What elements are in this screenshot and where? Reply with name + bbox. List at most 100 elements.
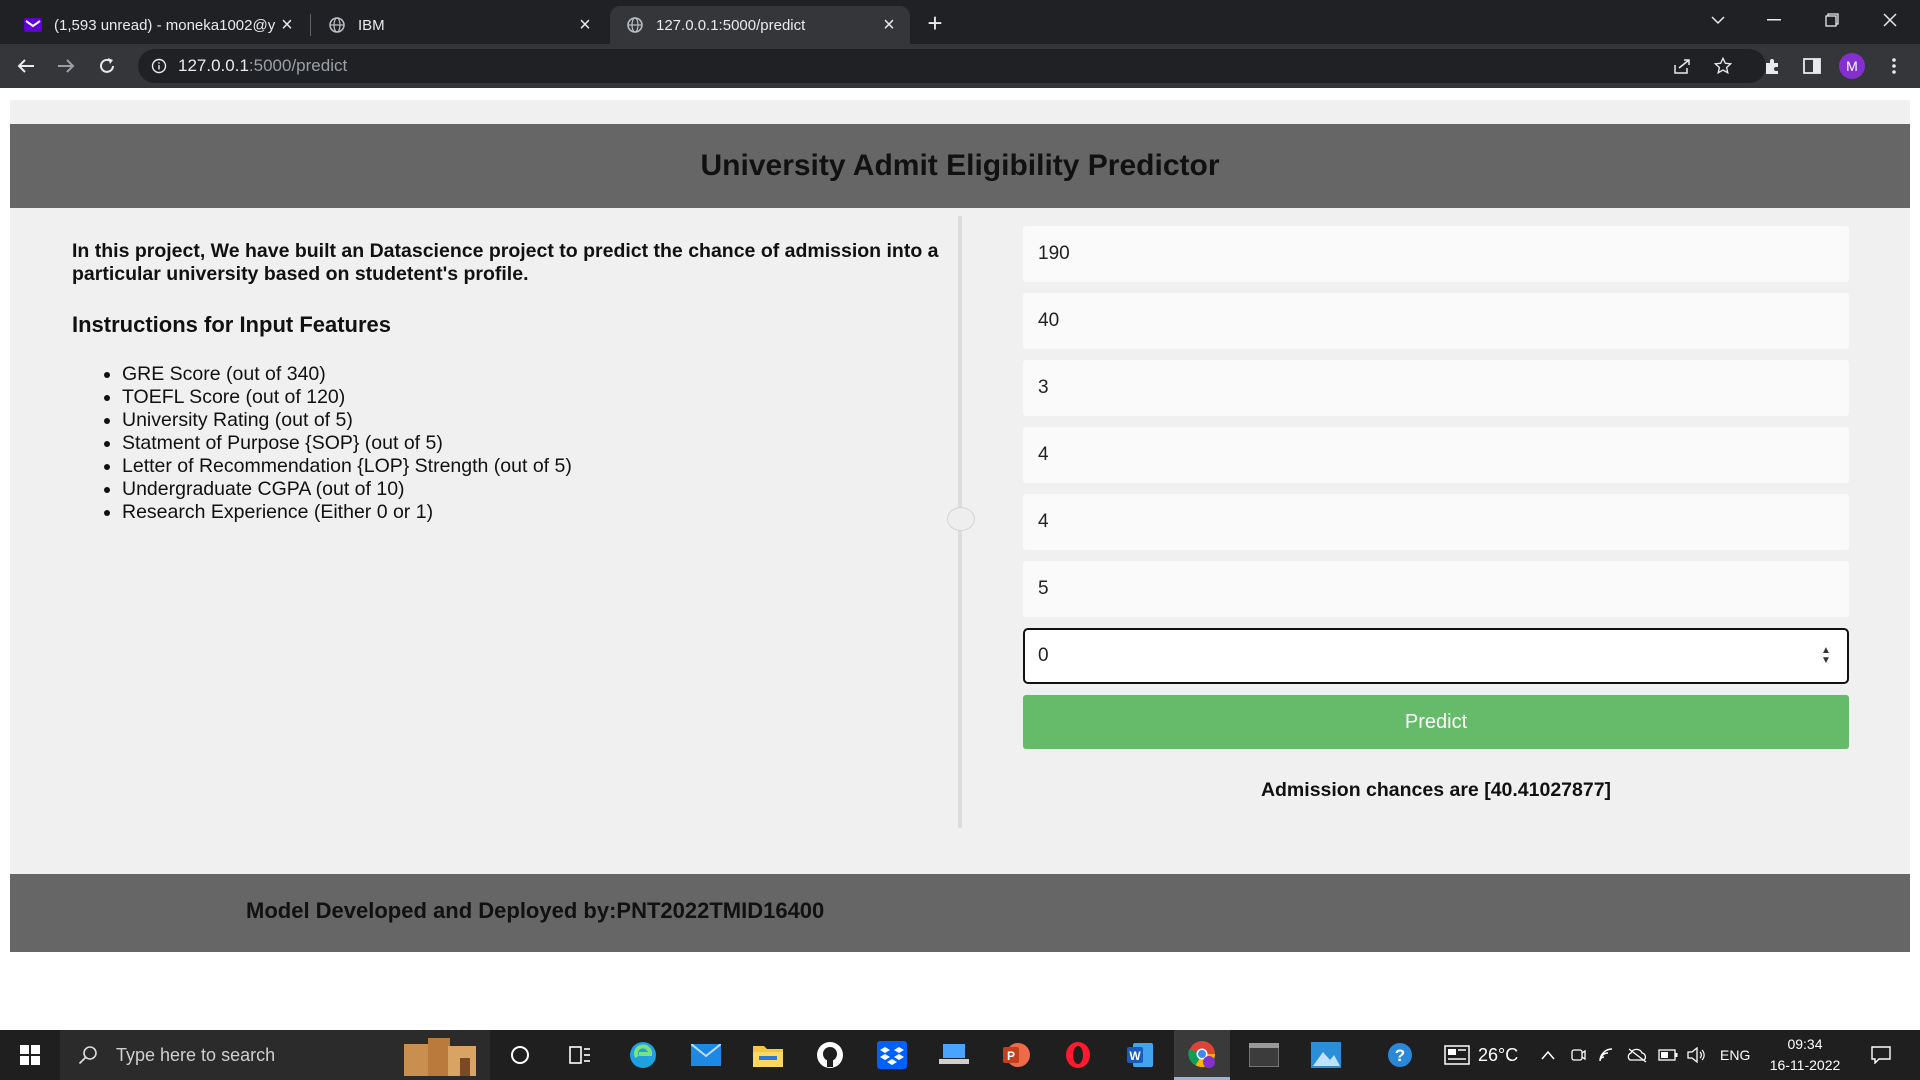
taskbar-photos[interactable] (1298, 1030, 1354, 1080)
minimize-button[interactable] (1746, 0, 1802, 40)
task-view-button[interactable] (552, 1030, 608, 1080)
lor-input[interactable] (1023, 494, 1849, 550)
list-item: Research Experience (Either 0 or 1) (122, 501, 952, 524)
extensions-button[interactable] (1758, 52, 1786, 80)
chevron-down-icon (1711, 16, 1725, 25)
close-tab-icon[interactable]: × (276, 14, 298, 36)
url-host: 127.0.0.1 (178, 56, 249, 75)
toefl-score-input[interactable] (1023, 293, 1849, 349)
task-view-icon (569, 1046, 590, 1064)
share-button[interactable] (1668, 52, 1696, 80)
star-icon (1714, 57, 1732, 75)
start-button[interactable] (0, 1030, 60, 1080)
taskbar-chrome[interactable] (1174, 1030, 1230, 1080)
onedrive-icon[interactable] (1626, 1047, 1648, 1063)
forward-button[interactable] (50, 50, 82, 82)
taskbar-word[interactable]: W (1112, 1030, 1168, 1080)
restore-button[interactable] (1804, 0, 1860, 40)
gre-score-input[interactable] (1023, 226, 1849, 282)
language-indicator[interactable]: ENG (1720, 1047, 1750, 1063)
cortana-button[interactable] (492, 1030, 548, 1080)
opera-icon (1066, 1042, 1090, 1068)
svg-text:?: ? (1395, 1046, 1405, 1065)
menu-button[interactable] (1880, 52, 1908, 80)
minimize-icon (1767, 19, 1781, 21)
volume-icon[interactable] (1686, 1047, 1706, 1063)
tab-yahoo-mail[interactable]: (1,593 unread) - moneka1002@y × (8, 6, 308, 44)
bookmark-button[interactable] (1709, 52, 1737, 80)
tab-predict[interactable]: 127.0.0.1:5000/predict × (610, 6, 910, 44)
tab-ibm[interactable]: IBM × (312, 6, 606, 44)
tab-title: IBM (358, 16, 385, 34)
side-panel-icon (1803, 58, 1821, 74)
meet-now-icon[interactable] (1570, 1047, 1586, 1063)
address-bar[interactable]: 127.0.0.1:5000/predict (138, 49, 1766, 83)
page-viewport: University Admit Eligibility Predictor I… (0, 88, 1920, 1030)
page-title: University Admit Eligibility Predictor (700, 149, 1220, 182)
globe-icon (626, 16, 644, 34)
sop-input[interactable] (1023, 427, 1849, 483)
github-icon (817, 1042, 843, 1068)
instructions-panel: In this project, We have built an Datasc… (72, 240, 952, 524)
restore-icon (1825, 13, 1839, 27)
project-intro: In this project, We have built an Datasc… (72, 240, 939, 285)
taskbar-dropbox[interactable] (864, 1030, 920, 1080)
list-item: Statment of Purpose {SOP} (out of 5) (122, 432, 952, 455)
close-window-button[interactable] (1862, 0, 1918, 40)
close-icon (1883, 13, 1897, 27)
dropbox-icon (877, 1041, 907, 1069)
side-panel-button[interactable] (1798, 52, 1826, 80)
system-tray: ENG (1540, 1030, 1750, 1080)
tab-title: 127.0.0.1:5000/predict (656, 16, 806, 34)
taskbar-opera[interactable] (1050, 1030, 1106, 1080)
windows-logo-icon (20, 1045, 40, 1065)
divider-handle[interactable] (947, 507, 975, 531)
close-tab-icon[interactable]: × (878, 14, 900, 36)
research-input[interactable] (1023, 628, 1849, 684)
url-path: :5000/predict (248, 56, 348, 75)
chevron-up-icon[interactable] (1540, 1049, 1556, 1061)
taskbar-file-explorer[interactable] (740, 1030, 796, 1080)
prediction-form: ▲ ▼ Predict Admission chances are [40.41… (1023, 226, 1849, 802)
taskbar-app[interactable] (926, 1030, 982, 1080)
taskbar-edge[interactable] (615, 1030, 671, 1080)
taskbar-powerpoint[interactable]: P (988, 1030, 1044, 1080)
url-text: 127.0.0.1:5000/predict (178, 56, 347, 76)
weather-widget[interactable]: 26°C (1444, 1030, 1518, 1080)
folder-icon (753, 1046, 783, 1067)
taskbar-github[interactable] (802, 1030, 858, 1080)
close-tab-icon[interactable]: × (574, 14, 596, 36)
page-header: University Admit Eligibility Predictor (10, 124, 1910, 208)
spin-down-icon[interactable]: ▼ (1821, 656, 1831, 666)
terminal-icon (1249, 1043, 1279, 1067)
page-footer: Model Developed and Deployed by:PNT2022T… (10, 874, 1910, 952)
site-info-icon[interactable] (150, 57, 168, 75)
taskbar-clock[interactable]: 09:34 16-11-2022 (1760, 1034, 1850, 1076)
wifi-icon[interactable] (1598, 1047, 1616, 1063)
cgpa-input[interactable] (1023, 561, 1849, 617)
taskbar-terminal[interactable] (1236, 1030, 1292, 1080)
predict-button[interactable]: Predict (1023, 695, 1849, 749)
new-tab-button[interactable]: + (920, 8, 950, 38)
back-button[interactable] (10, 50, 42, 82)
notification-center-button[interactable] (1856, 1030, 1906, 1080)
feature-list: GRE Score (out of 340) TOEFL Score (out … (72, 363, 952, 524)
university-rating-input[interactable] (1023, 360, 1849, 416)
help-tray-button[interactable]: ? (1372, 1030, 1428, 1080)
browser-toolbar: 127.0.0.1:5000/predict (0, 44, 1920, 88)
svg-text:P: P (1007, 1049, 1015, 1063)
tab-search-button[interactable] (1690, 0, 1746, 40)
app-container: University Admit Eligibility Predictor I… (10, 100, 1910, 952)
reload-button[interactable] (91, 50, 123, 82)
number-spinner[interactable]: ▲ ▼ (1819, 644, 1833, 668)
taskbar-search[interactable]: Type here to search (60, 1030, 490, 1080)
battery-icon[interactable] (1658, 1049, 1678, 1061)
search-icon (78, 1046, 97, 1065)
footer-credit: Model Developed and Deployed by:PNT2022T… (246, 898, 825, 923)
list-item: GRE Score (out of 340) (122, 363, 952, 386)
clock-time: 09:34 (1787, 1036, 1823, 1052)
windows-taskbar: Type here to search P W ? 26°C ENG 09:34… (0, 1030, 1920, 1080)
taskbar-mail[interactable] (678, 1030, 734, 1080)
notification-icon (1871, 1046, 1891, 1064)
profile-avatar[interactable]: M (1839, 53, 1865, 79)
